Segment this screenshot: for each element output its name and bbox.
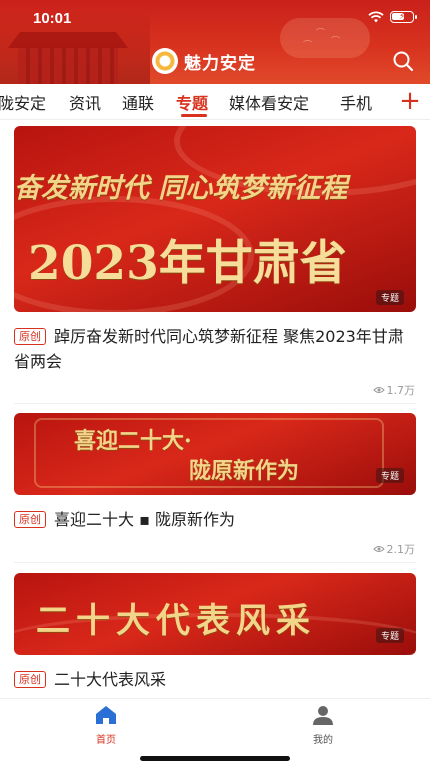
bird-decoration: ⌒ bbox=[330, 37, 340, 47]
battery-icon: ⚡ bbox=[390, 11, 417, 23]
plus-icon[interactable]: + bbox=[398, 88, 422, 114]
article-title[interactable]: 原创 二十大代表风采 bbox=[14, 667, 416, 692]
original-badge: 原创 bbox=[14, 328, 46, 345]
eye-icon bbox=[372, 387, 385, 393]
bird-decoration: ⌒ bbox=[315, 29, 325, 39]
home-indicator bbox=[140, 756, 290, 761]
tab-tonglian[interactable]: 通联 bbox=[122, 90, 154, 114]
article-title[interactable]: 原创 踔厉奋发新时代同心筑梦新征程 聚焦2023年甘肃省两会 bbox=[14, 324, 416, 374]
topic-tag: 专题 bbox=[375, 290, 404, 305]
home-icon bbox=[96, 706, 116, 724]
card-banner-image[interactable]: 喜迎二十大· 陇原新作为 专题 bbox=[14, 413, 416, 495]
logo-icon bbox=[152, 48, 178, 74]
banner-text: 二十大代表风采 bbox=[36, 601, 316, 641]
article-title-text: 二十大代表风采 bbox=[54, 670, 167, 689]
active-tab-indicator bbox=[181, 114, 207, 117]
nav-home[interactable]: 首页 bbox=[76, 705, 136, 746]
tab-special-topics[interactable]: 专题 bbox=[176, 90, 208, 114]
tab-mobile[interactable]: 手机 bbox=[340, 90, 372, 114]
tab-news[interactable]: 资讯 bbox=[69, 90, 101, 114]
app-brand: 魅力安定 bbox=[152, 48, 256, 74]
topic-tag: 专题 bbox=[375, 468, 404, 483]
original-badge: 原创 bbox=[14, 511, 46, 528]
status-icons: ⚡ bbox=[368, 11, 417, 23]
cloud-decoration bbox=[280, 18, 370, 58]
banner-text: 奋发新时代 同心筑梦新征程 bbox=[14, 173, 348, 204]
user-icon bbox=[313, 706, 333, 725]
app-header: ⌒ ⌒ ⌒ 10:01 ⚡ 魅力安定 bbox=[0, 0, 430, 84]
eye-icon bbox=[372, 546, 385, 552]
view-count: 1.7万 bbox=[372, 382, 415, 398]
article-title[interactable]: 原创 喜迎二十大 ▪ 陇原新作为 bbox=[14, 507, 416, 532]
original-badge: 原创 bbox=[14, 671, 46, 688]
channel-tabs: 陇安定 资讯 通联 专题 媒体看安定 手机 + bbox=[0, 84, 430, 120]
wifi-icon bbox=[368, 11, 384, 23]
banner-text: 2023年甘肃省 bbox=[28, 236, 347, 291]
banner-text: 喜迎二十大· bbox=[74, 428, 192, 454]
search-icon[interactable] bbox=[391, 49, 415, 73]
nav-me[interactable]: 我的 bbox=[293, 705, 353, 746]
topic-tag: 专题 bbox=[375, 628, 404, 643]
tab-media-view[interactable]: 媒体看安定 bbox=[229, 90, 309, 114]
view-count: 2.1万 bbox=[372, 541, 415, 557]
tab-long-anding[interactable]: 陇安定 bbox=[0, 90, 46, 114]
article-title-text: 踔厉奋发新时代同心筑梦新征程 聚焦2023年甘肃省两会 bbox=[14, 327, 404, 371]
status-time: 10:01 bbox=[33, 10, 72, 27]
palace-illustration bbox=[0, 10, 150, 84]
card-banner-image[interactable]: 奋发新时代 同心筑梦新征程 2023年甘肃省 专题 bbox=[14, 126, 416, 312]
app-title: 魅力安定 bbox=[184, 53, 256, 74]
bird-decoration: ⌒ bbox=[302, 41, 312, 51]
article-title-text: 喜迎二十大 ▪ 陇原新作为 bbox=[54, 510, 236, 529]
card-banner-image[interactable]: 二十大代表风采 专题 bbox=[14, 573, 416, 655]
